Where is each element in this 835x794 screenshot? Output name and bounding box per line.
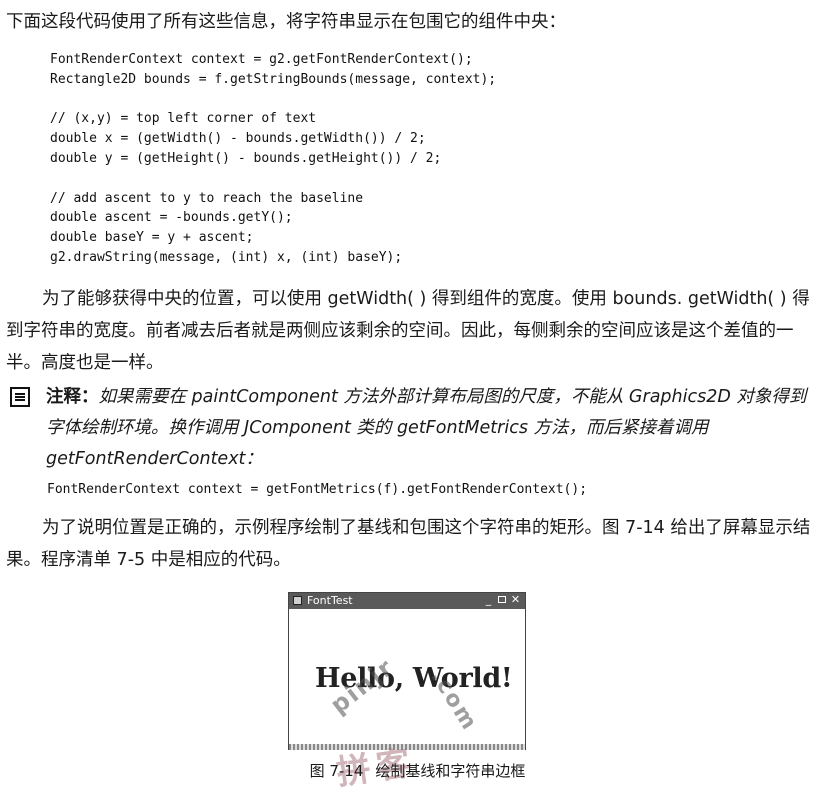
note-icon <box>10 387 30 407</box>
figure-number: 图 7-14 <box>309 762 364 780</box>
app-icon <box>293 596 302 605</box>
figure-caption-text: 绘制基线和字符串边框 <box>375 762 526 780</box>
minimize-icon[interactable]: _ <box>483 593 494 607</box>
fonttest-window: FontTest _ ✕ Hello, World! <box>288 592 526 750</box>
window-bottom-border <box>289 744 525 750</box>
window-controls: _ ✕ <box>483 593 521 607</box>
book-page: 下面这段代码使用了所有这些信息，将字符串显示在包围它的组件中央： FontRen… <box>0 0 835 794</box>
window-titlebar[interactable]: FontTest _ ✕ <box>289 593 525 609</box>
note-label: 注释： <box>46 387 99 407</box>
code-block-fontmetrics: FontRenderContext context = getFontMetri… <box>47 482 588 497</box>
note-box: 注释：如果需要在 paintComponent 方法外部计算布局图的尺度，不能从… <box>10 382 821 475</box>
explanation-paragraph: 为了能够获得中央的位置，可以使用 getWidth( ) 得到组件的宽度。使用 … <box>6 289 810 373</box>
figure-intro-paragraph: 为了说明位置是正确的，示例程序绘制了基线和包围这个字符串的矩形。图 7-14 给… <box>6 518 811 570</box>
note-body: 注释：如果需要在 paintComponent 方法外部计算布局图的尺度，不能从… <box>46 382 821 475</box>
window-client-area: Hello, World! <box>289 609 525 750</box>
hello-world-text: Hello, World! <box>315 663 513 694</box>
figure-caption: 图 7-14 绘制基线和字符串边框 <box>0 760 835 781</box>
maximize-icon[interactable] <box>498 596 506 603</box>
window-title: FontTest <box>307 594 353 607</box>
note-text: 如果需要在 paintComponent 方法外部计算布局图的尺度，不能从 Gr… <box>46 387 807 469</box>
close-icon[interactable]: ✕ <box>510 593 521 607</box>
code-block-centering: FontRenderContext context = g2.getFontRe… <box>50 52 497 265</box>
intro-text: 下面这段代码使用了所有这些信息，将字符串显示在包围它的组件中央： <box>6 12 566 32</box>
